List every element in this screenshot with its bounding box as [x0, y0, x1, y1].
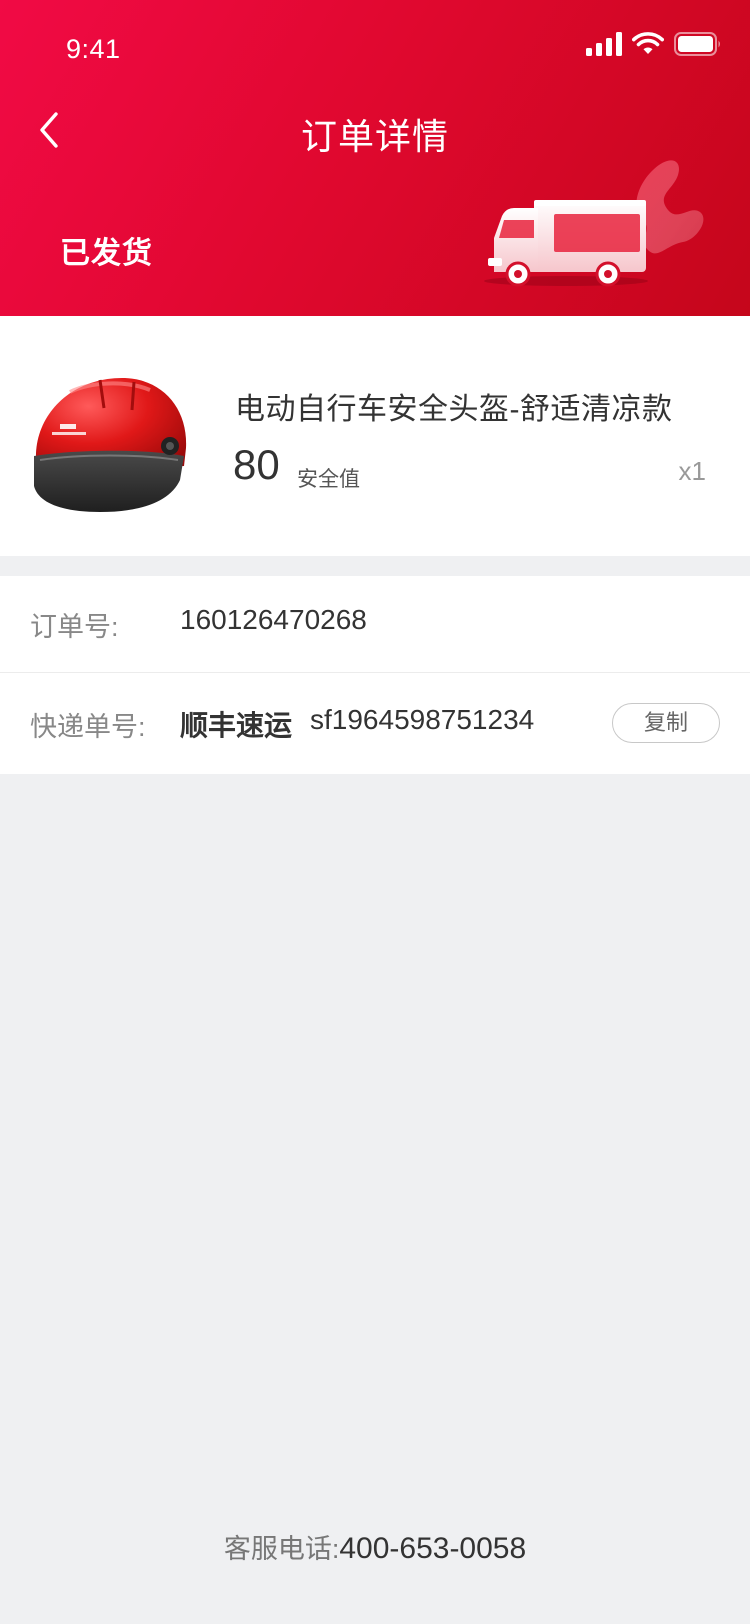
- order-number-row: 订单号: 160126470268: [0, 576, 750, 672]
- order-status: 已发货: [60, 237, 153, 270]
- courier-name: 顺丰速运: [180, 710, 293, 741]
- tracking-number-row: 快递单号: 顺丰速运 sf1964598751234 复制: [0, 672, 750, 774]
- copy-button[interactable]: 复制: [612, 703, 720, 743]
- product-price: 80: [233, 441, 280, 488]
- service-hotline-label: 客服电话:: [223, 1534, 340, 1564]
- status-icons: [586, 31, 722, 61]
- order-header: 9:41 订单详情 已发货: [0, 0, 750, 316]
- order-number-value: 160126470268: [180, 604, 367, 635]
- order-detail-page: 9:41 订单详情 已发货 电动自行车安全头盔-舒适清凉款 80 安全值 x1 …: [0, 0, 750, 1624]
- order-info-section: 订单号: 160126470268 快递单号: 顺丰速运 sf196459875…: [0, 576, 750, 774]
- battery-icon: [674, 31, 722, 61]
- delivery-truck-icon: [478, 150, 718, 300]
- price-unit: 安全值: [297, 468, 360, 491]
- product-name: 电动自行车安全头盔-舒适清凉款: [235, 393, 673, 426]
- product-quantity: x1: [678, 456, 706, 486]
- tracking-number-value: sf1964598751234: [310, 704, 535, 735]
- status-time: 9:41: [66, 34, 121, 64]
- wifi-icon: [632, 31, 664, 61]
- service-phone-number[interactable]: 400-653-0058: [339, 1532, 526, 1565]
- status-bar: 9:41: [0, 0, 750, 88]
- order-number-label: 订单号:: [30, 612, 119, 642]
- red-helmet-image: [30, 356, 194, 516]
- tracking-number-label: 快递单号:: [30, 712, 146, 742]
- customer-service-hotline[interactable]: 客服电话:400-653-0058: [0, 1527, 750, 1566]
- signal-icon: [586, 31, 622, 61]
- product-card[interactable]: 电动自行车安全头盔-舒适清凉款 80 安全值 x1: [0, 316, 750, 556]
